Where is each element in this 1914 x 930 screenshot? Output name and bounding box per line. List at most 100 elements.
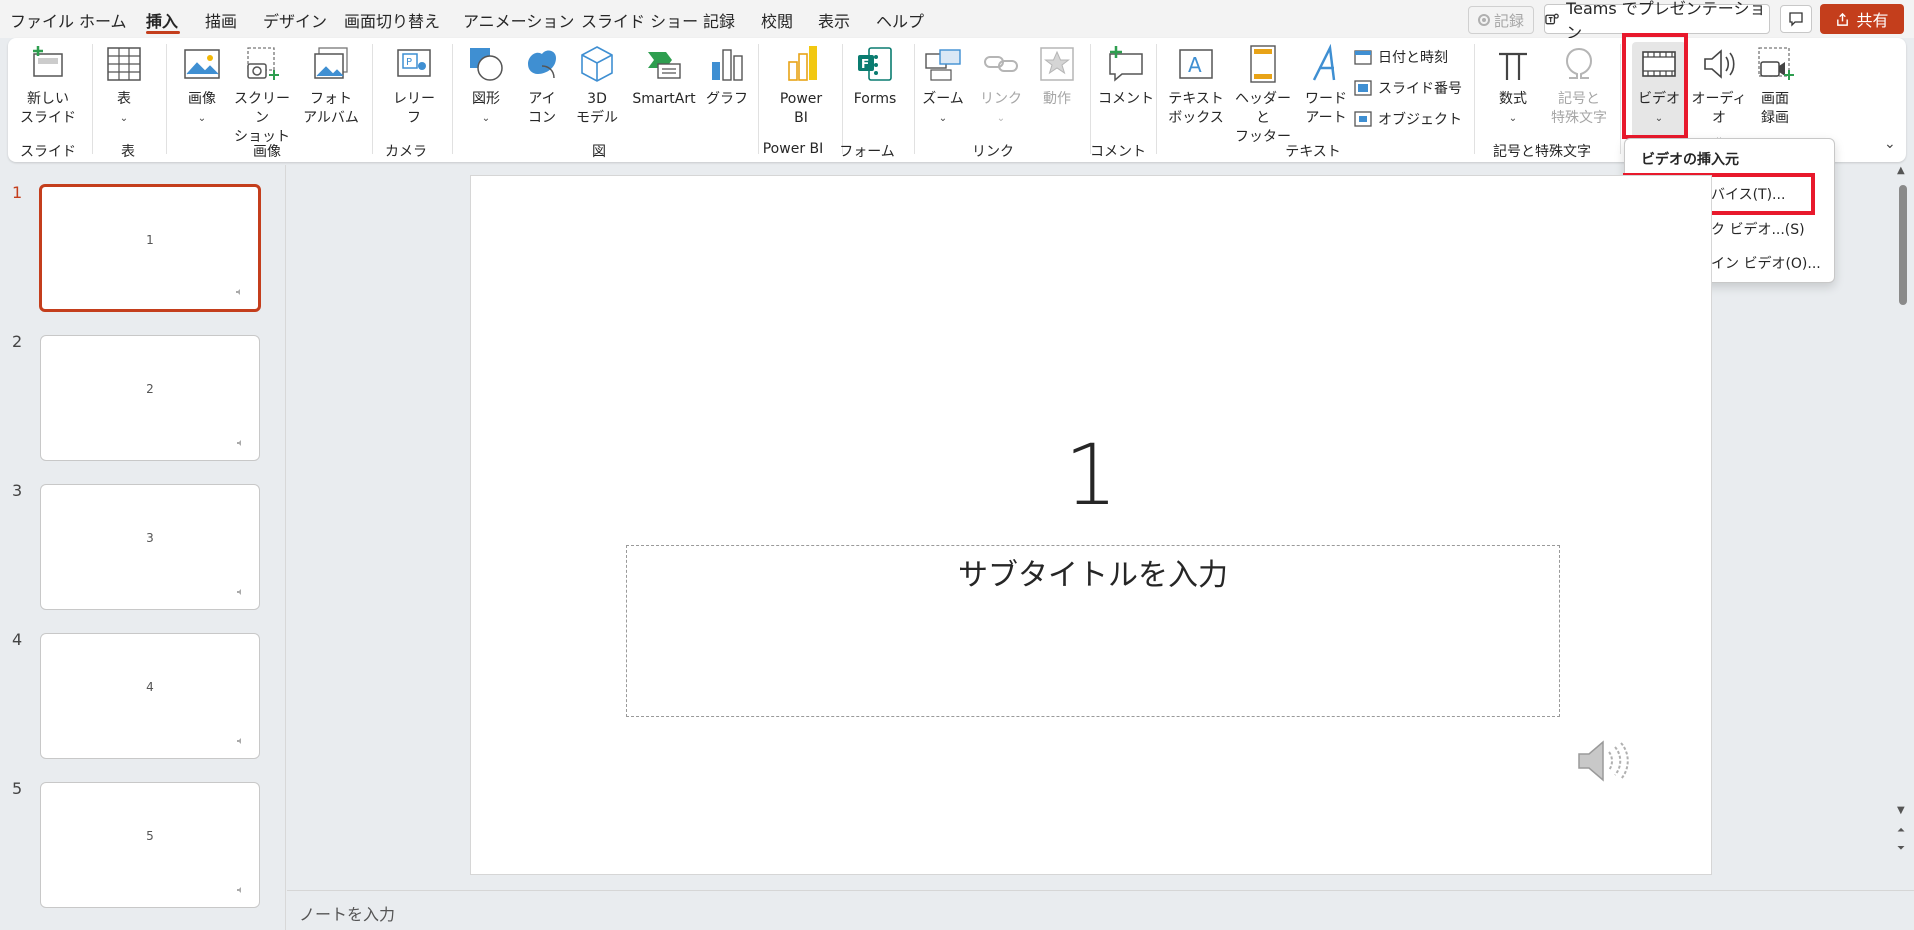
menu-record[interactable]: 記録 <box>703 8 735 32</box>
textbox-button[interactable]: A テキスト ボックス <box>1164 44 1228 128</box>
record-button[interactable]: 記録 <box>1468 6 1534 34</box>
screen-recording-button[interactable]: 画面 録画 <box>1750 44 1800 128</box>
audio-button[interactable]: オーディオ ⌄ <box>1688 44 1750 147</box>
slide-number-button[interactable]: スライド番号 <box>1354 78 1462 98</box>
menu-draw[interactable]: 描画 <box>205 8 237 32</box>
menu-home[interactable]: ホーム <box>79 8 127 32</box>
chevron-down-icon: ⌄ <box>996 113 1006 124</box>
separator <box>842 44 843 154</box>
scroll-up-icon[interactable]: ▲ <box>1897 165 1905 176</box>
header-footer-button[interactable]: ヘッダーと フッター <box>1232 44 1294 147</box>
separator <box>1620 44 1621 154</box>
cameo-button[interactable]: P レリー フ <box>386 44 442 128</box>
slide-number-icon <box>1354 80 1372 96</box>
slide-thumbnail-5[interactable]: 5 <box>40 782 260 908</box>
cube-icon <box>577 44 617 84</box>
screenshot-label: スクリーン ショット <box>234 91 290 145</box>
menu-file[interactable]: ファイル <box>10 8 74 32</box>
thumbnail-title: 1 <box>146 233 154 247</box>
group-label-tables: 表 <box>121 144 135 160</box>
separator <box>92 44 93 154</box>
date-time-button[interactable]: 日付と時刻 <box>1354 47 1448 67</box>
speaker-icon <box>237 738 241 744</box>
next-slide-icon[interactable]: ⏷ <box>1897 843 1905 854</box>
menu-animations[interactable]: アニメーション <box>463 8 574 32</box>
chart-button[interactable]: グラフ <box>706 44 748 109</box>
subtitle-placeholder[interactable]: サブタイトルを入力 <box>626 545 1560 717</box>
object-button[interactable]: オブジェクト <box>1354 109 1462 129</box>
table-label: 表 <box>117 91 131 107</box>
record-button-label: 記録 <box>1493 11 1524 30</box>
powerbi-button[interactable]: Power BI <box>766 44 836 128</box>
chart-icon <box>707 44 747 84</box>
forms-button[interactable]: F Forms <box>848 44 902 109</box>
menu-transitions[interactable]: 画面切り替え <box>344 8 440 32</box>
separator <box>758 44 759 154</box>
teams-present-button[interactable]: Teams でプレゼンテーション <box>1544 0 1770 42</box>
action-button[interactable]: 動作 <box>1034 44 1080 109</box>
menu-design[interactable]: デザイン <box>263 8 327 32</box>
shapes-button[interactable]: 図形 ⌄ <box>464 44 508 128</box>
screenshot-button[interactable]: スクリーン ショット <box>232 44 292 147</box>
new-slide-button[interactable]: 新しい スライド <box>18 44 78 128</box>
table-button[interactable]: 表 ⌄ <box>104 44 144 128</box>
powerbi-label: Power BI <box>779 91 823 126</box>
slide-canvas[interactable]: 1 サブタイトルを入力 <box>470 175 1712 875</box>
symbol-button[interactable]: 記号と 特殊文字 <box>1546 44 1612 128</box>
link-label: リンク <box>980 91 1022 107</box>
notes-pane[interactable]: ノートを入力 <box>287 890 1914 930</box>
slide-thumbnail-1[interactable]: 1 <box>39 184 261 312</box>
separator <box>166 44 167 154</box>
group-label-camera: カメラ <box>385 144 427 160</box>
speaker-icon <box>236 289 240 295</box>
slide-title[interactable]: 1 <box>471 426 1711 524</box>
slide-thumbnail-2[interactable]: 2 <box>40 335 260 461</box>
notes-placeholder: ノートを入力 <box>299 905 396 924</box>
menu-insert[interactable]: 挿入 <box>146 8 178 32</box>
separator <box>452 44 453 154</box>
smartart-label: SmartArt <box>632 91 696 107</box>
comments-button[interactable] <box>1780 5 1812 33</box>
smartart-button[interactable]: SmartArt <box>628 44 700 109</box>
link-button[interactable]: リンク ⌄ <box>978 44 1024 128</box>
video-menu-header: ビデオの挿入元 <box>1641 152 1739 168</box>
chevron-down-icon: ⌄ <box>197 113 207 124</box>
wordart-button[interactable]: ワード アート <box>1298 43 1354 128</box>
textbox-icon: A <box>1176 44 1216 84</box>
vertical-scrollbar[interactable]: ▲ ▼ ⏶ ⏷ <box>1896 165 1910 865</box>
screen-recording-label: 画面 録画 <box>1761 91 1789 126</box>
thumbnail-number: 2 <box>12 332 23 351</box>
ribbon-expand-chevron-icon[interactable]: ⌄ <box>1884 136 1896 152</box>
equation-button[interactable]: 数式 ⌄ <box>1488 44 1538 128</box>
slide-thumbnail-3[interactable]: 3 <box>40 484 260 610</box>
comment-icon <box>1789 12 1803 27</box>
scroll-down-icon[interactable]: ▼ <box>1897 805 1905 816</box>
scroll-thumb[interactable] <box>1899 185 1907 305</box>
photo-album-label: フォト アルバム <box>303 91 359 126</box>
menu-help[interactable]: ヘルプ <box>876 8 924 32</box>
icons-icon <box>522 44 562 84</box>
photo-album-button[interactable]: フォト アルバム <box>296 44 366 128</box>
share-button[interactable]: 共有 <box>1820 4 1904 34</box>
3d-models-button[interactable]: 3D モデル <box>568 44 626 128</box>
share-icon <box>1837 12 1849 26</box>
icons-button[interactable]: アイ コン <box>520 44 564 128</box>
zoom-icon <box>923 44 963 84</box>
omega-icon <box>1559 44 1599 84</box>
active-tab-indicator <box>146 31 180 34</box>
group-label-comments: コメント <box>1090 144 1146 160</box>
menu-slideshow[interactable]: スライド ショー <box>581 8 698 32</box>
previous-slide-icon[interactable]: ⏶ <box>1897 825 1905 836</box>
smartart-icon <box>644 44 684 84</box>
menu-review[interactable]: 校閲 <box>761 8 793 32</box>
chevron-down-icon: ⌄ <box>481 113 491 124</box>
zoom-button[interactable]: ズーム ⌄ <box>920 44 966 128</box>
menu-view[interactable]: 表示 <box>818 8 850 32</box>
insert-comment-label: コメント <box>1098 91 1154 107</box>
slide-thumbnail-4[interactable]: 4 <box>40 633 260 759</box>
audio-object-speaker-icon[interactable] <box>1575 736 1629 786</box>
image-button[interactable]: 画像 ⌄ <box>180 44 224 128</box>
action-star-icon <box>1037 44 1077 84</box>
insert-comment-button[interactable]: コメント <box>1098 44 1154 109</box>
thumbnail-number: 1 <box>12 183 23 202</box>
